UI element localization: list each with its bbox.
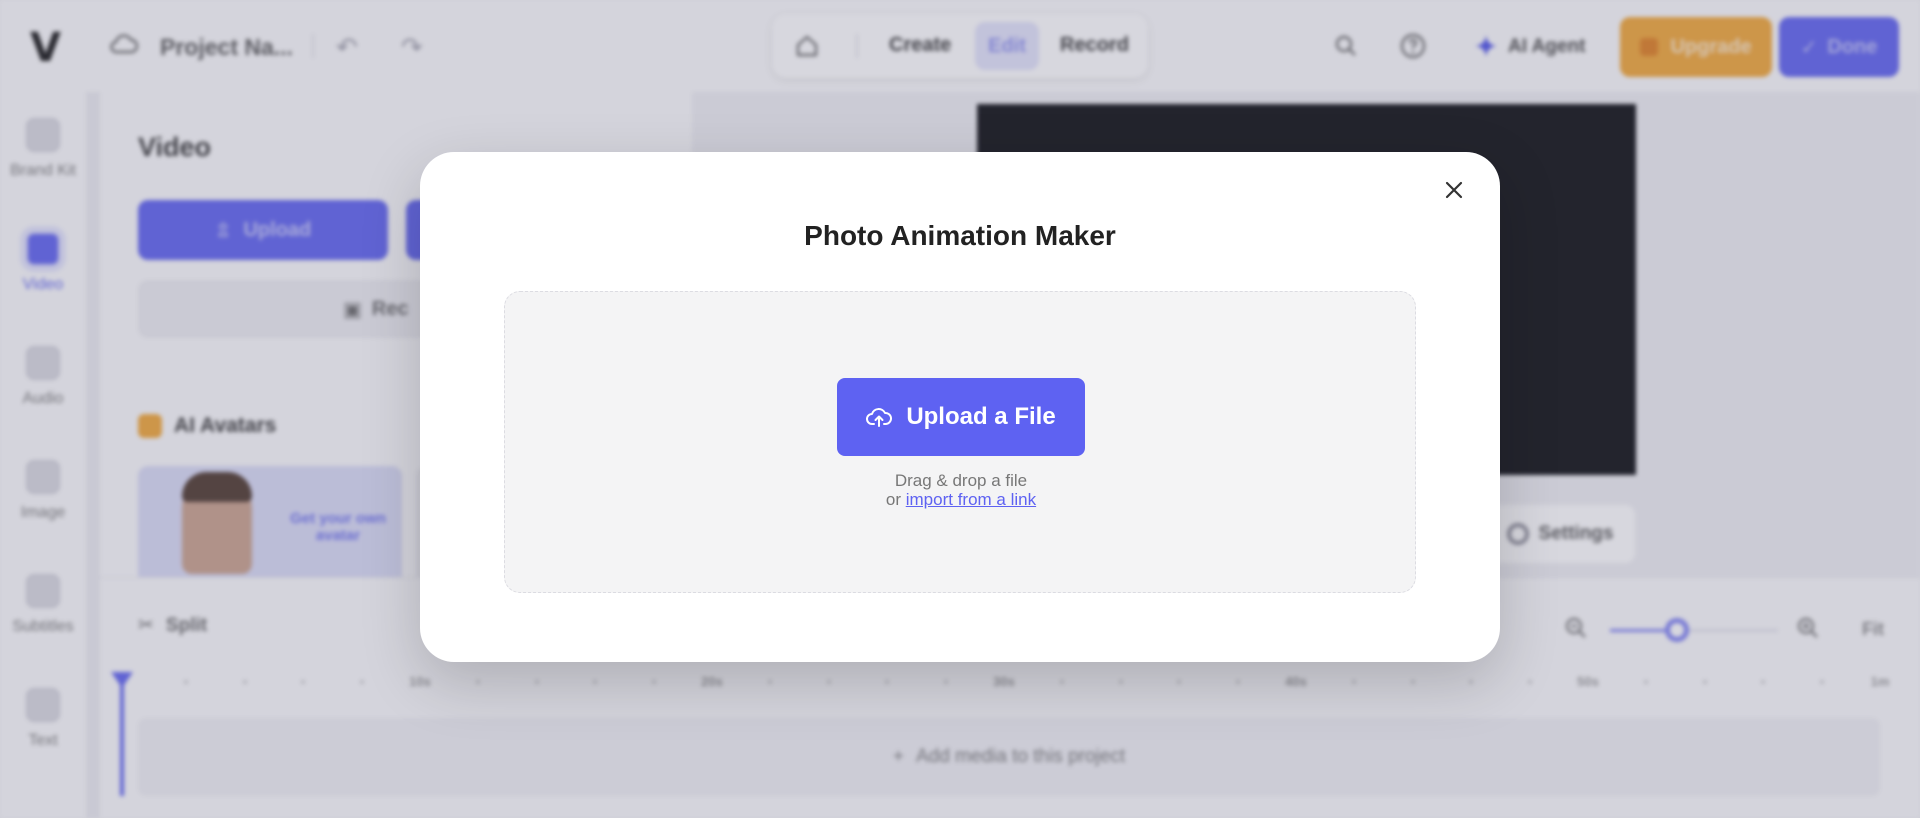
file-dropzone[interactable]: Upload a File Drag & drop a file or impo… — [504, 291, 1416, 593]
upload-file-label: Upload a File — [906, 403, 1056, 430]
drag-drop-text: Drag & drop a file — [894, 471, 1028, 490]
dropzone-hint: Drag & drop a file or import from a link — [505, 471, 1417, 509]
import-link[interactable]: import from a link — [906, 490, 1036, 509]
close-icon — [1445, 181, 1463, 199]
or-text: or — [885, 490, 901, 509]
close-button[interactable] — [1434, 170, 1474, 210]
import-line: or import from a link — [505, 490, 1417, 509]
upload-file-button[interactable]: Upload a File — [837, 378, 1085, 456]
photo-animation-modal: Photo Animation Maker Upload a File Drag… — [420, 152, 1500, 662]
modal-title: Photo Animation Maker — [804, 220, 1116, 251]
cloud-upload-icon — [866, 408, 893, 427]
